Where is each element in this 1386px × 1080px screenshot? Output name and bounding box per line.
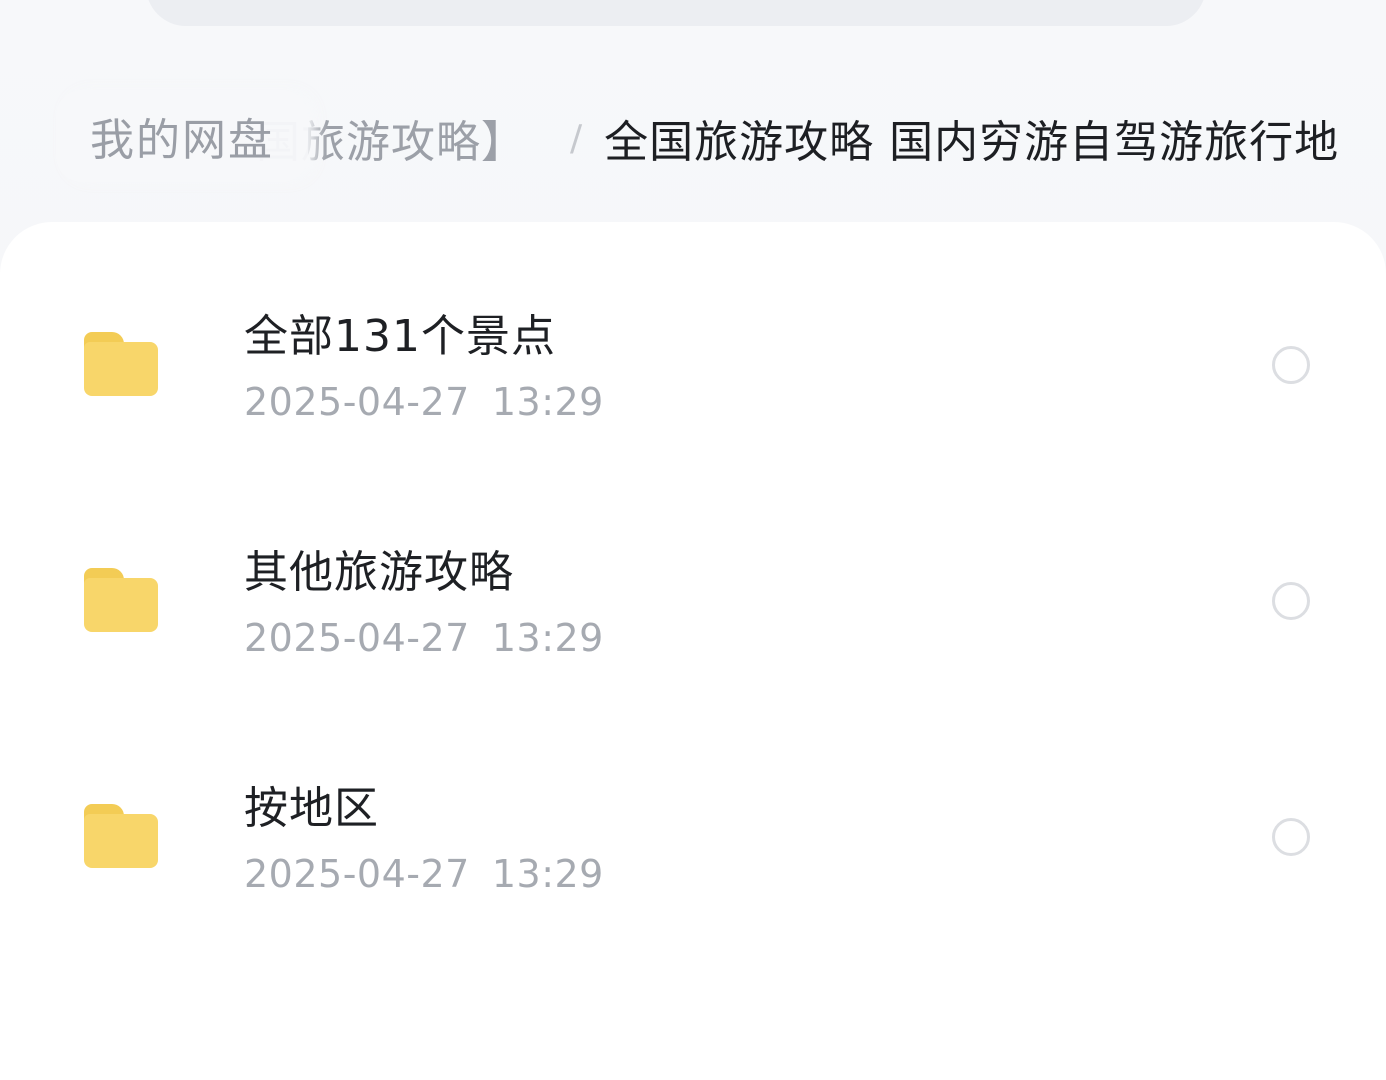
file-list: 全部131个景点 2025-04-27 13:29 其他旅游攻略 2025-04-…: [0, 222, 1386, 1080]
file-name: 其他旅游攻略: [244, 547, 514, 598]
file-modified-date: 2025-04-27 13:29: [244, 852, 604, 896]
file-modified-date: 2025-04-27 13:29: [244, 616, 604, 660]
search-bar[interactable]: [146, 0, 1206, 26]
file-row[interactable]: 其他旅游攻略 2025-04-27 13:29: [0, 458, 1386, 660]
file-row[interactable]: 全部131个景点 2025-04-27 13:29: [0, 222, 1386, 424]
file-time: 13:29: [491, 616, 604, 660]
select-checkbox[interactable]: [1272, 818, 1310, 856]
breadcrumb-item-root[interactable]: 我的网盘: [56, 90, 308, 182]
file-name: 全部131个景点: [244, 311, 556, 362]
file-row[interactable]: 按地区 2025-04-27 13:29: [0, 694, 1386, 896]
file-modified-date: 2025-04-27 13:29: [244, 380, 604, 424]
breadcrumb-separator: /: [570, 117, 583, 159]
file-time: 13:29: [491, 852, 604, 896]
folder-icon: [84, 332, 158, 396]
breadcrumb-item-current: 全国旅游攻略 国内穷游自驾游旅行地: [604, 117, 1340, 168]
file-name: 按地区: [244, 783, 379, 834]
file-browser-page: 国旅游攻略】 / 全国旅游攻略 国内穷游自驾游旅行地 我的网盘 全部131个景点…: [0, 0, 1386, 1080]
file-date: 2025-04-27: [244, 380, 470, 424]
folder-icon: [84, 804, 158, 868]
file-date: 2025-04-27: [244, 852, 470, 896]
file-date: 2025-04-27: [244, 616, 470, 660]
breadcrumb-scroll[interactable]: 国旅游攻略】 / 全国旅游攻略 国内穷游自驾游旅行地: [256, 86, 1340, 190]
select-checkbox[interactable]: [1272, 346, 1310, 384]
file-time: 13:29: [491, 380, 604, 424]
select-checkbox[interactable]: [1272, 582, 1310, 620]
folder-icon: [84, 568, 158, 632]
